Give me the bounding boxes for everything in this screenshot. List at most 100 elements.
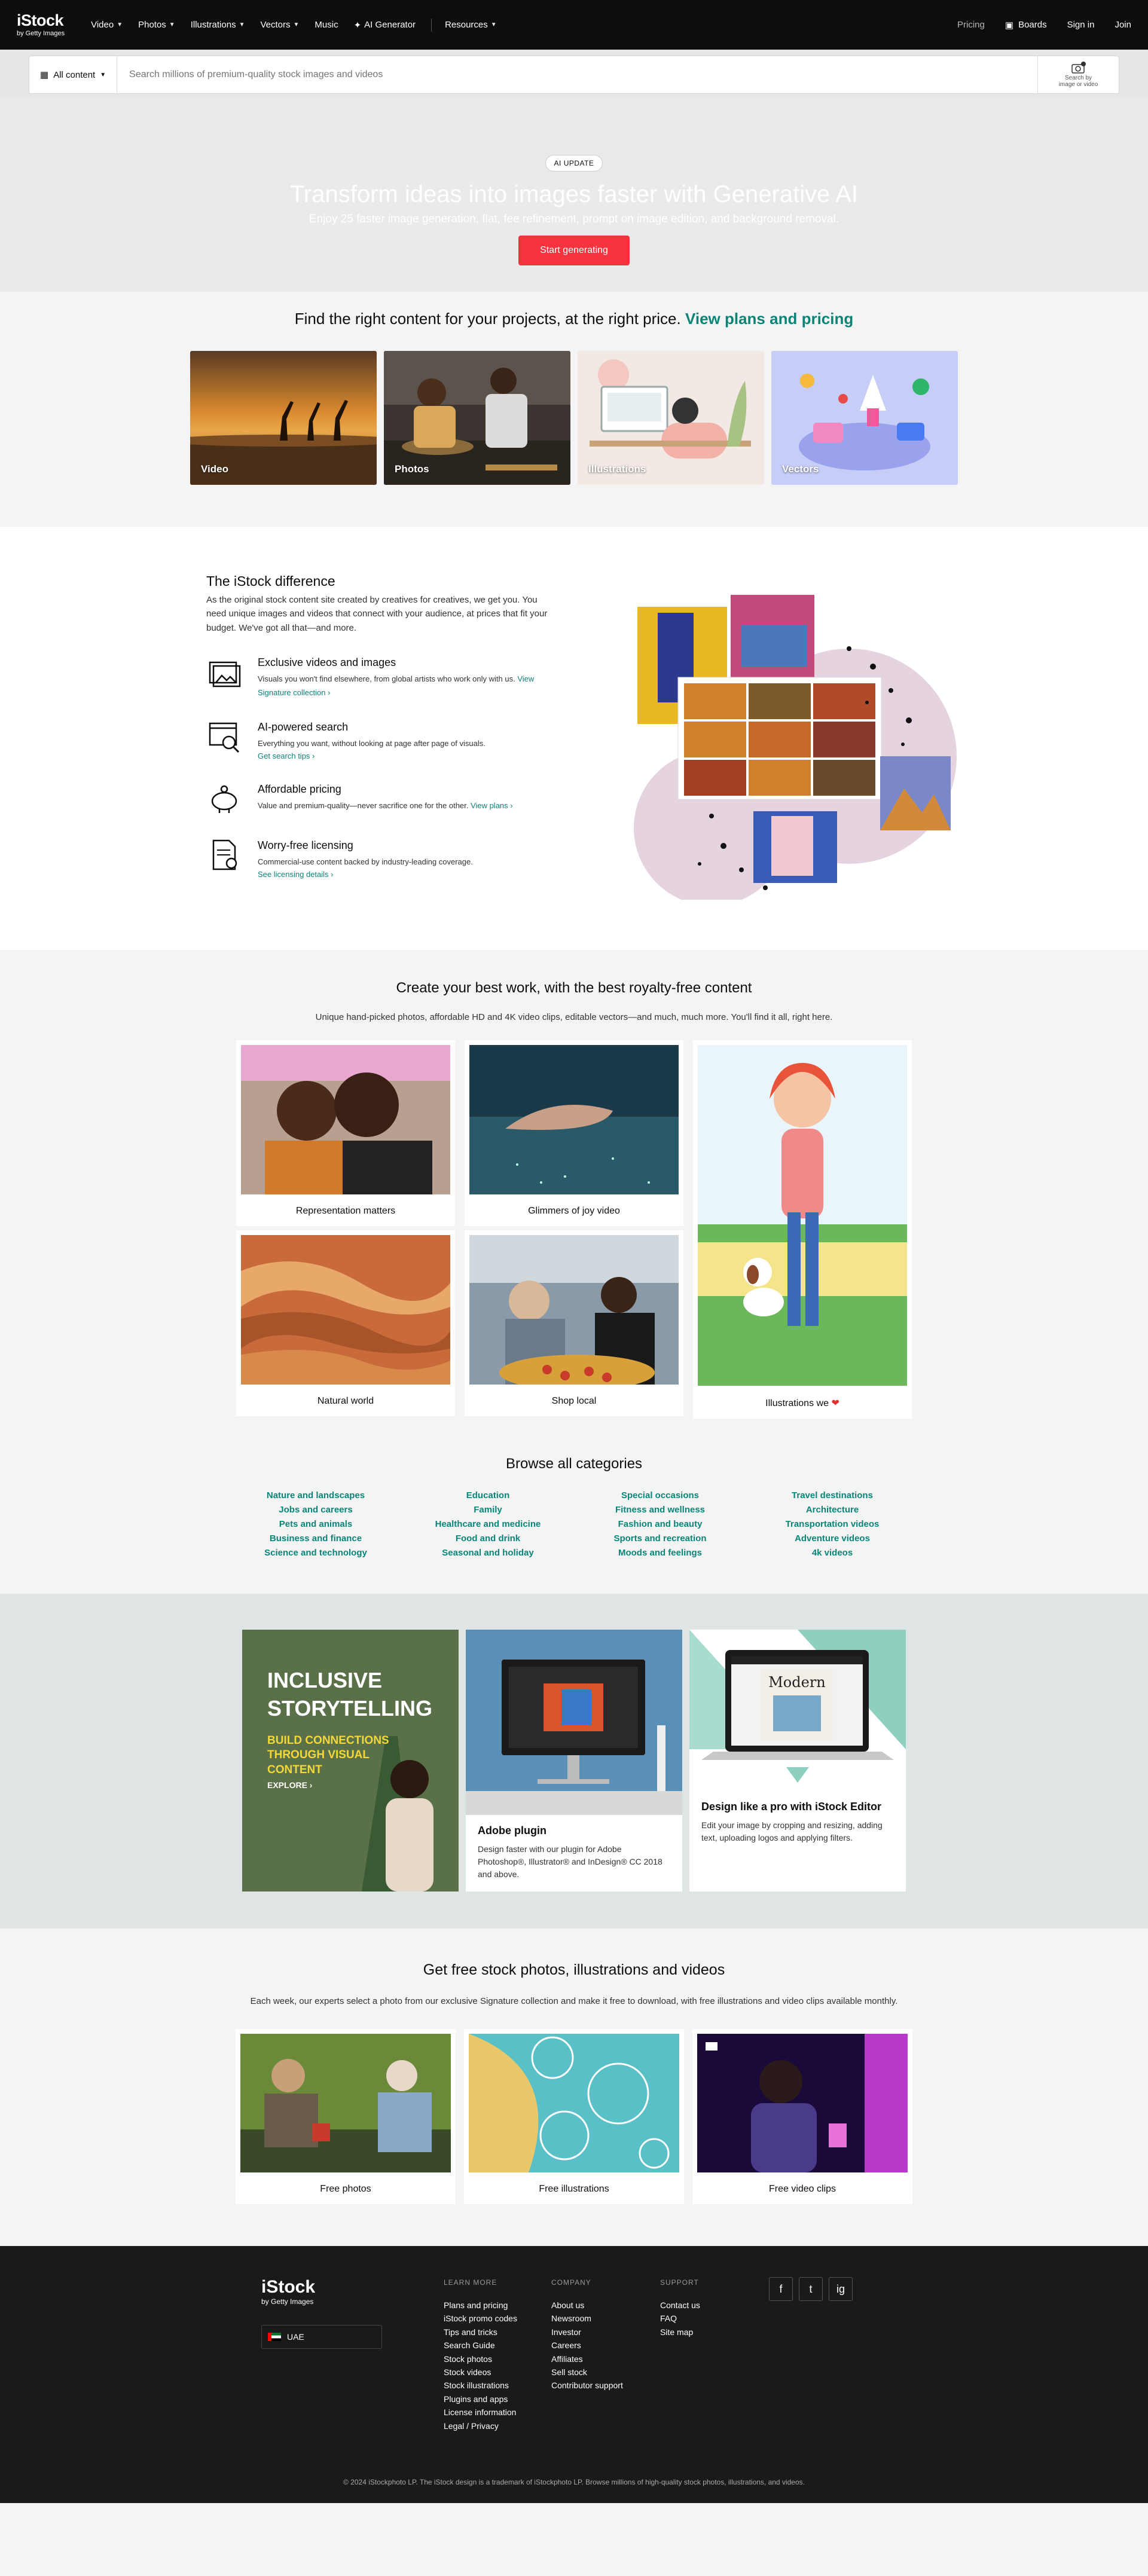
country-selector[interactable]: UAE — [261, 2325, 382, 2349]
footer-link[interactable]: Sell stock — [551, 2366, 623, 2379]
category-link[interactable]: Special occasions — [621, 1490, 699, 1501]
card-illustrations-we[interactable]: Illustrations we ❤ — [693, 1040, 912, 1419]
canyon-aerial-image — [241, 1235, 450, 1385]
tile-illustrations[interactable]: Illustrations — [578, 351, 764, 485]
category-link[interactable]: Healthcare and medicine — [435, 1519, 541, 1529]
chevron-down-icon: ▼ — [490, 22, 497, 28]
footer-link[interactable]: Site map — [660, 2326, 700, 2339]
category-link[interactable]: Transportation videos — [786, 1519, 880, 1529]
find-heading: Find the right content for your projects… — [0, 310, 1148, 328]
footer-link[interactable]: Plugins and apps — [444, 2392, 517, 2406]
nav-join[interactable]: Join — [1115, 20, 1131, 30]
footer-link[interactable]: Plans and pricing — [444, 2299, 517, 2312]
card-shop-local[interactable]: Shop local — [465, 1230, 683, 1416]
category-link[interactable]: Science and technology — [264, 1548, 367, 1558]
free-photos-card[interactable]: Free photos — [236, 2029, 456, 2204]
istock-editor-card[interactable]: Modern Design like a pro with iStock Edi… — [689, 1630, 906, 1891]
card-natural-world[interactable]: Natural world — [236, 1230, 455, 1416]
category-column-3: Special occasions Fitness and wellness F… — [574, 1490, 746, 1558]
inclusive-storytelling-card[interactable]: INCLUSIVE STORYTELLING BUILD CONNECTIONS… — [242, 1630, 459, 1891]
feature-ai-search-desc: Everything you want, without looking at … — [258, 739, 486, 748]
nav-pricing[interactable]: Pricing — [957, 20, 985, 30]
twitter-icon[interactable]: t — [799, 2277, 823, 2301]
category-link[interactable]: Moods and feelings — [618, 1548, 702, 1558]
footer-link[interactable]: Contributor support — [551, 2379, 623, 2392]
view-plans-link[interactable]: View plans › — [471, 801, 513, 810]
category-link[interactable]: Nature and landscapes — [267, 1490, 365, 1501]
category-link[interactable]: Family — [474, 1505, 502, 1515]
category-link[interactable]: Education — [466, 1490, 510, 1501]
footer-link[interactable]: FAQ — [660, 2312, 700, 2325]
istock-logo[interactable]: iStock by Getty Images — [17, 13, 65, 37]
start-generating-button[interactable]: Start generating — [518, 236, 630, 265]
content-type-dropdown[interactable]: ▦ All content ▼ — [29, 56, 118, 93]
category-link[interactable]: Sports and recreation — [613, 1533, 706, 1544]
nav-signin[interactable]: Sign in — [1067, 20, 1095, 30]
uae-flag-icon — [268, 2333, 281, 2341]
category-link[interactable]: Fitness and wellness — [615, 1505, 705, 1515]
footer-link[interactable]: Stock photos — [444, 2352, 517, 2366]
card-glimmers[interactable]: Glimmers of joy video — [465, 1040, 683, 1226]
image-search-button[interactable]: Search by image or video — [1037, 56, 1119, 93]
feature-licensing-desc: Commercial-use content backed by industr… — [258, 857, 473, 866]
top-nav: iStock by Getty Images Video ▼ Photos ▼ Il… — [0, 0, 1148, 50]
feature-pricing-desc: Value and premium-quality—never sacrific… — [258, 801, 469, 810]
footer-link[interactable]: Investor — [551, 2326, 623, 2339]
category-column-1: Nature and landscapes Jobs and careers P… — [230, 1490, 402, 1558]
footer-link[interactable]: Careers — [551, 2339, 623, 2352]
card-illustrations-we-label: Illustrations we ❤ — [698, 1389, 907, 1419]
footer-logo[interactable]: iStock by Getty Images — [261, 2277, 315, 2306]
free-content-section: Get free stock photos, illustrations and… — [0, 1929, 1148, 2246]
explore-link[interactable]: EXPLORE › — [267, 1780, 411, 1790]
nav-boards[interactable]: ▣ Boards — [1005, 20, 1047, 30]
footer-link[interactable]: Legal / Privacy — [444, 2419, 517, 2433]
search-tips-link[interactable]: Get search tips › — [258, 751, 315, 760]
footer-link[interactable]: Affiliates — [551, 2352, 623, 2366]
magazine-title: Modern — [768, 1674, 826, 1691]
category-link[interactable]: Jobs and careers — [279, 1505, 352, 1515]
footer-link[interactable]: Contact us — [660, 2299, 700, 2312]
category-link[interactable]: Architecture — [806, 1505, 859, 1515]
footer-link[interactable]: Tips and tricks — [444, 2326, 517, 2339]
plans-pricing-link[interactable]: View plans and pricing — [685, 310, 853, 328]
nav-music[interactable]: Music — [315, 20, 338, 30]
category-link[interactable]: Travel destinations — [792, 1490, 873, 1501]
category-link[interactable]: Adventure videos — [795, 1533, 870, 1544]
footer-support-head: SUPPORT — [660, 2278, 699, 2287]
nav-resources[interactable]: Resources ▼ — [445, 20, 497, 30]
free-illustrations-card[interactable]: Free illustrations — [464, 2029, 684, 2204]
footer-link[interactable]: Stock videos — [444, 2366, 517, 2379]
tile-vectors[interactable]: Vectors — [771, 351, 958, 485]
nav-photos-label: Photos — [138, 20, 166, 30]
licensing-details-link[interactable]: See licensing details › — [258, 870, 333, 879]
footer-link[interactable]: Stock illustrations — [444, 2379, 517, 2392]
nav-photos[interactable]: Photos ▼ — [138, 20, 175, 30]
footer-link[interactable]: Newsroom — [551, 2312, 623, 2325]
footer-learn-head: LEARN MORE — [444, 2278, 497, 2287]
category-link[interactable]: 4k videos — [812, 1548, 853, 1558]
footer-link[interactable]: iStock promo codes — [444, 2312, 517, 2325]
category-link[interactable]: Business and finance — [270, 1533, 362, 1544]
tile-video[interactable]: Video — [190, 351, 377, 485]
category-link[interactable]: Food and drink — [456, 1533, 520, 1544]
nav-ai-generator[interactable]: ✦ AI Generator — [354, 20, 416, 30]
category-link[interactable]: Fashion and beauty — [618, 1519, 703, 1529]
nav-illustrations[interactable]: Illustrations ▼ — [191, 20, 245, 30]
facebook-icon[interactable]: f — [769, 2277, 793, 2301]
card-representation[interactable]: Representation matters — [236, 1040, 455, 1226]
footer-link[interactable]: Search Guide — [444, 2339, 517, 2352]
logo-sub: by Getty Images — [17, 30, 65, 37]
category-link[interactable]: Seasonal and holiday — [442, 1548, 533, 1558]
category-link[interactable]: Pets and animals — [279, 1519, 353, 1529]
create-section: Create your best work, with the best roy… — [0, 950, 1148, 1594]
nav-video[interactable]: Video ▼ — [91, 20, 123, 30]
tile-photos[interactable]: Photos — [384, 351, 570, 485]
search-input[interactable] — [117, 56, 1037, 93]
nav-vectors[interactable]: Vectors ▼ — [260, 20, 299, 30]
footer-link[interactable]: License information — [444, 2406, 517, 2419]
instagram-icon[interactable]: ig — [829, 2277, 853, 2301]
footer-link[interactable]: About us — [551, 2299, 623, 2312]
adobe-plugin-card[interactable]: Adobe plugin Design faster with our plug… — [466, 1630, 682, 1891]
nav-resources-label: Resources — [445, 20, 488, 30]
free-video-clips-card[interactable]: Free video clips — [692, 2029, 912, 2204]
